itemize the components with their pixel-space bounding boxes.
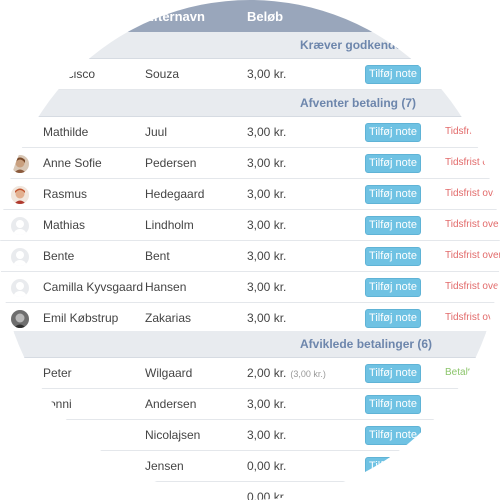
add-note-button[interactable]: Tilføj note [365, 278, 421, 297]
last-name: Hansen [145, 280, 187, 294]
section-title: Kræver godkendelse [300, 38, 419, 52]
table-row[interactable]: Anne Sofie Pedersen 3,00 kr. Tilføj note… [0, 148, 500, 179]
table-row[interactable]: Bente Bent 3,00 kr. Tilføj note Tidsfris… [0, 241, 500, 272]
amount: 2,00 kr. (3,00 kr.) [247, 366, 326, 380]
last-name: Andersen [145, 397, 197, 411]
amount: 3,00 kr. [247, 125, 287, 139]
last-name: Nicolajsen [145, 428, 201, 442]
first-name: Mathilde [43, 125, 89, 139]
table-row[interactable]: Emil Købstrup Zakarias 3,00 kr. Tilføj n… [0, 303, 500, 334]
first-name: Anne Sofie [43, 156, 102, 170]
last-name: Juul [145, 125, 168, 139]
amount: 3,00 kr. [247, 280, 287, 294]
status-deadline: Tidsfrist overskredet [445, 250, 500, 261]
add-note-button[interactable]: Tilføj note [365, 216, 421, 235]
section-header-awaiting-payment: Afventer betaling (7) [0, 90, 500, 117]
table-row[interactable]: Rasmus Hedegaard 3,00 kr. Tilføj note Ti… [0, 179, 500, 210]
last-name: Jensen [145, 459, 184, 473]
table-row[interactable]: Mathias Lindholm 3,00 kr. Tilføj note Ti… [0, 210, 500, 241]
table-row[interactable]: Jonni Andersen 3,00 kr. Tilføj note [0, 389, 500, 420]
avatar-placeholder-icon [11, 217, 29, 235]
last-name: Lindholm [145, 218, 194, 232]
add-note-button[interactable]: Tilføj note [365, 395, 421, 414]
amount: 3,00 kr. [247, 428, 287, 442]
table-row[interactable]: Mathilde Juul 3,00 kr. Tilføj note Tidsf… [0, 117, 500, 148]
status-deadline: Tidsfrist overskredet [445, 126, 500, 137]
add-note-button[interactable]: Tilføj note [365, 457, 421, 476]
avatar-photo [11, 310, 29, 328]
table-row[interactable]: Francisco Souza 3,00 kr. Tilføj note [0, 59, 500, 90]
status-deadline: Tidsfrist overskredet [445, 281, 500, 292]
first-name: Francisco [43, 67, 96, 81]
avatar-photo [11, 155, 29, 173]
last-name: Zakarias [145, 311, 192, 325]
table-row[interactable]: Jensen 0,00 kr. Tilføj note [0, 451, 500, 482]
first-name: Emil Købstrup [43, 311, 119, 325]
add-note-button[interactable]: Tilføj note [365, 364, 421, 383]
table-row[interactable]: Peter Wilgaard 2,00 kr. (3,00 kr.) Tilføj… [0, 358, 500, 389]
status-paid: Betalt [445, 367, 471, 378]
status-deadline: Tidsfrist overskredet [445, 219, 500, 230]
amount: 3,00 kr. [247, 249, 287, 263]
add-note-button[interactable]: Tilføj note [365, 65, 421, 84]
amount: 0,00 kr. [247, 490, 287, 500]
first-name: Mathias [43, 218, 86, 232]
section-title: Afventer betaling (7) [300, 96, 417, 110]
amount: 3,00 kr. [247, 156, 287, 170]
first-name: Gerlif [43, 428, 72, 442]
last-name: Bent [145, 249, 170, 263]
amount: 0,00 kr. [247, 459, 287, 473]
first-name: Jonni [43, 397, 72, 411]
avatar-placeholder-icon [11, 279, 29, 297]
section-title: Afviklede betalinger (6) [300, 337, 433, 351]
first-name: Peter [43, 366, 72, 380]
avatar-photo [11, 186, 29, 204]
add-note-button[interactable]: Tilføj note [365, 426, 421, 445]
add-note-button[interactable]: Tilføj note [365, 185, 421, 204]
amount: 3,00 kr. [247, 67, 287, 81]
last-name: Pedersen [145, 156, 197, 170]
amount: 3,00 kr. [247, 218, 287, 232]
add-note-button[interactable]: Tilføj note [365, 123, 421, 142]
last-name: Souza [145, 67, 180, 81]
original-amount: (3,00 kr.) [290, 369, 326, 379]
status-deadline: Tidsfrist overskredet [445, 312, 500, 323]
status-deadline: Tidsfrist overskredet [445, 157, 500, 168]
table-row[interactable]: Camilla Kyvsgaard Hansen 3,00 kr. Tilføj… [0, 272, 500, 303]
column-header-amount: Beløb [247, 9, 284, 24]
add-note-button[interactable]: Tilføj note [365, 154, 421, 173]
last-name: Wilgaard [145, 366, 193, 380]
first-name: Bente [43, 249, 75, 263]
amount: 3,00 kr. [247, 311, 287, 325]
section-header-approval: Kræver godkendelse [0, 32, 500, 59]
first-name: Rasmus [43, 187, 88, 201]
table-header: Efternavn Beløb [0, 0, 500, 32]
amount: 3,00 kr. [247, 187, 287, 201]
section-header-settled-payments: Afviklede betalinger (6) [0, 331, 500, 358]
table-row[interactable]: 0,00 kr. [0, 482, 500, 500]
first-name: Camilla Kyvsgaard [43, 280, 144, 294]
add-note-button[interactable]: Tilføj note [365, 309, 421, 328]
add-note-button[interactable]: Tilføj note [365, 247, 421, 266]
column-header-lastname: Efternavn [145, 9, 205, 24]
avatar-placeholder-icon [11, 248, 29, 266]
amount: 3,00 kr. [247, 397, 287, 411]
last-name: Hedegaard [145, 187, 205, 201]
circular-viewport: Efternavn Beløb Kræver godkendelse Franc… [0, 0, 500, 500]
status-deadline: Tidsfrist overskredet [445, 188, 500, 199]
table-row[interactable]: Gerlif Nicolajsen 3,00 kr. Tilføj note [0, 420, 500, 451]
